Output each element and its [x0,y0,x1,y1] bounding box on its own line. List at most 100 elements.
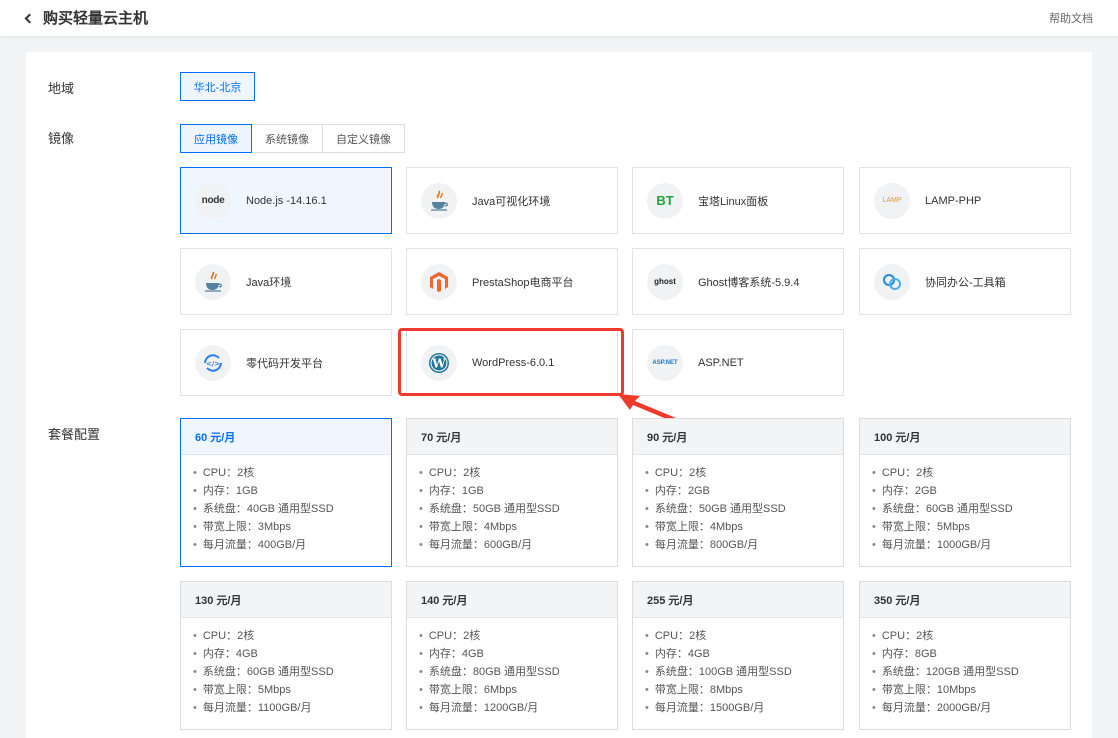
plan-spec-item: 带宽上限：6Mbps [419,681,617,699]
tab-custom-image[interactable]: 自定义镜像 [322,124,405,153]
plan-label: 套餐配置 [48,427,101,442]
java-icon [421,182,457,219]
chevron-left-icon [24,13,35,23]
plan-price: 60 元/月 [181,419,391,455]
image-card-name: LAMP-PHP [925,194,982,207]
image-card-name: Java可视化环境 [472,195,551,208]
plan-spec-item: 每月流量：1500GB/月 [645,699,843,717]
plan-spec-item: 每月流量：1000GB/月 [872,536,1070,554]
plan-spec-item: 带宽上限：10Mbps [872,681,1070,699]
svg-text:</>: </> [206,360,220,368]
plan-spec-item: 内存：4GB [645,645,843,663]
tab-app-image[interactable]: 应用镜像 [180,124,252,153]
plan-spec-item: 系统盘：60GB 通用型SSD [872,500,1070,518]
image-card-name: Node.js -14.16.1 [246,194,327,207]
plan-card[interactable]: 70 元/月CPU：2核内存：1GB系统盘：50GB 通用型SSD带宽上限：4M… [406,418,618,567]
back-button[interactable]: 购买轻量云主机 [24,7,149,28]
plan-spec-item: 每月流量：1200GB/月 [419,699,617,717]
plan-spec-item: CPU：2核 [645,464,843,482]
plan-price: 70 元/月 [407,419,617,455]
plan-spec-item: 每月流量：600GB/月 [419,536,617,554]
image-card-link[interactable]: 协同办公-工具箱 [859,248,1071,315]
plan-spec-list: CPU：2核内存：2GB系统盘：60GB 通用型SSD带宽上限：5Mbps每月流… [860,455,1070,554]
plan-price: 140 元/月 [407,582,617,618]
plan-spec-item: 系统盘：120GB 通用型SSD [872,663,1070,681]
plan-spec-item: 带宽上限：4Mbps [419,518,617,536]
bt-icon: BT [647,182,683,219]
image-card-lamp[interactable]: LAMP LAMP-PHP [859,167,1071,234]
plan-spec-item: 内存：4GB [193,645,391,663]
plan-spec-item: CPU：2核 [193,627,391,645]
link-icon [874,263,910,300]
image-card-name: PrestaShop电商平台 [472,276,574,289]
plan-spec-item: 内存：4GB [419,645,617,663]
tab-system-image[interactable]: 系统镜像 [251,124,323,153]
plan-price: 350 元/月 [860,582,1070,618]
image-card-ghost[interactable]: ghost Ghost博客系统-5.9.4 [632,248,844,315]
image-card-aspnet[interactable]: ASP.NET ASP.NET [632,329,844,396]
plan-spec-item: 系统盘：60GB 通用型SSD [193,663,391,681]
plan-spec-item: CPU：2核 [645,627,843,645]
image-card-name: 协同办公-工具箱 [925,276,1006,289]
plan-card[interactable]: 60 元/月CPU：2核内存：1GB系统盘：40GB 通用型SSD带宽上限：3M… [180,418,392,567]
purchase-panel: 地域 华北-北京 镜像 应用镜像 系统镜像 自定义镜像 node Node.js … [26,52,1092,738]
page-title: 购买轻量云主机 [43,10,149,27]
image-tabs: 应用镜像 系统镜像 自定义镜像 [180,124,405,153]
plan-spec-item: 系统盘：100GB 通用型SSD [645,663,843,681]
plan-card[interactable]: 90 元/月CPU：2核内存：2GB系统盘：50GB 通用型SSD带宽上限：4M… [632,418,844,567]
plan-spec-item: 带宽上限：3Mbps [193,518,391,536]
plan-spec-item: 每月流量：400GB/月 [193,536,391,554]
plan-spec-item: 带宽上限：5Mbps [193,681,391,699]
plan-spec-item: CPU：2核 [419,627,617,645]
plan-spec-item: 内存：2GB [645,482,843,500]
image-card-magento[interactable]: PrestaShop电商平台 [406,248,618,315]
lamp-icon: LAMP [874,182,910,219]
code-icon: </> [195,344,231,381]
plan-spec-item: 带宽上限：5Mbps [872,518,1070,536]
image-card-name: ASP.NET [698,356,744,369]
plan-spec-item: CPU：2核 [872,464,1070,482]
image-card-name: WordPress-6.0.1 [472,356,555,369]
plan-spec-item: 每月流量：2000GB/月 [872,699,1070,717]
plan-card[interactable]: 130 元/月CPU：2核内存：4GB系统盘：60GB 通用型SSD带宽上限：5… [180,581,392,730]
image-card-name: Ghost博客系统-5.9.4 [698,276,800,289]
region-label: 地域 [48,81,75,96]
plan-spec-item: 内存：1GB [193,482,391,500]
plan-card[interactable]: 350 元/月CPU：2核内存：8GB系统盘：120GB 通用型SSD带宽上限：… [859,581,1071,730]
plan-spec-list: CPU：2核内存：4GB系统盘：100GB 通用型SSD带宽上限：8Mbps每月… [633,618,843,717]
aspnet-icon: ASP.NET [647,344,683,381]
image-card-node[interactable]: node Node.js -14.16.1 [180,167,392,234]
image-card-name: 宝塔Linux面板 [698,195,769,208]
java-icon [195,263,231,300]
plan-spec-list: CPU：2核内存：8GB系统盘：120GB 通用型SSD带宽上限：10Mbps每… [860,618,1070,717]
plan-card[interactable]: 255 元/月CPU：2核内存：4GB系统盘：100GB 通用型SSD带宽上限：… [632,581,844,730]
plan-spec-item: 内存：2GB [872,482,1070,500]
plan-spec-list: CPU：2核内存：4GB系统盘：60GB 通用型SSD带宽上限：5Mbps每月流… [181,618,391,717]
region-option-beijing[interactable]: 华北-北京 [180,72,255,101]
plan-price: 90 元/月 [633,419,843,455]
plan-spec-item: 系统盘：50GB 通用型SSD [419,500,617,518]
plan-spec-item: 系统盘：80GB 通用型SSD [419,663,617,681]
image-card-bt[interactable]: BT 宝塔Linux面板 [632,167,844,234]
svg-text:W: W [431,356,446,370]
plan-spec-item: CPU：2核 [193,464,391,482]
plan-card[interactable]: 100 元/月CPU：2核内存：2GB系统盘：60GB 通用型SSD带宽上限：5… [859,418,1071,567]
plan-spec-item: CPU：2核 [872,627,1070,645]
image-card-name: Java环境 [246,276,292,289]
plan-spec-item: 系统盘：50GB 通用型SSD [645,500,843,518]
plan-price: 255 元/月 [633,582,843,618]
magento-icon [421,263,457,300]
image-card-wordpress[interactable]: W WordPress-6.0.1 [406,329,618,396]
plan-spec-item: 带宽上限：8Mbps [645,681,843,699]
node-icon: node [195,182,231,219]
image-card-java[interactable]: Java可视化环境 [406,167,618,234]
image-card-name: 零代码开发平台 [246,357,323,370]
image-card-code[interactable]: </> 零代码开发平台 [180,329,392,396]
help-docs-link[interactable]: 帮助文档 [1049,10,1093,26]
plan-card[interactable]: 140 元/月 CPU：2核内存：4GB系统盘：80GB 通用型SSD带宽上限：6… [406,581,618,730]
wordpress-icon: W [421,344,457,381]
plan-spec-list: CPU：2核内存：2GB系统盘：50GB 通用型SSD带宽上限：4Mbps每月流… [633,455,843,554]
top-bar: 购买轻量云主机 帮助文档 [0,0,1118,36]
image-card-java[interactable]: Java环境 [180,248,392,315]
plan-spec-item: 每月流量：800GB/月 [645,536,843,554]
